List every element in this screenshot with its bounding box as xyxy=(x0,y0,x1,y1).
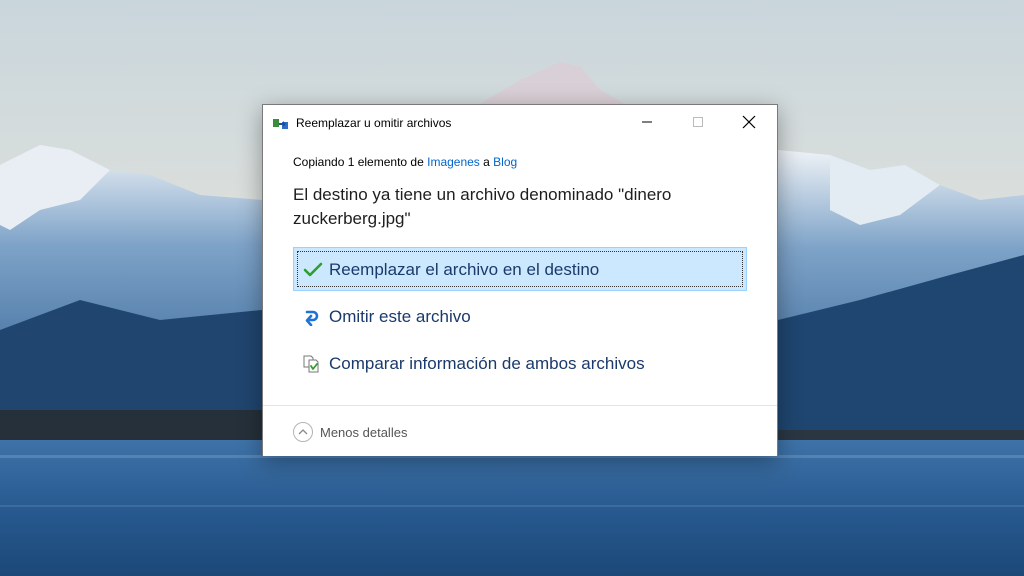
close-button[interactable] xyxy=(726,105,772,139)
skip-arrow-icon xyxy=(305,310,319,326)
chevron-up-icon xyxy=(293,422,313,442)
checkmark-icon xyxy=(303,262,323,277)
conflict-heading: El destino ya tiene un archivo denominad… xyxy=(293,185,672,228)
skip-file-option[interactable]: Omitir este archivo xyxy=(293,295,747,339)
minimize-button[interactable] xyxy=(624,105,670,139)
fewer-details-button[interactable]: Menos detalles xyxy=(293,420,407,444)
file-transfer-icon xyxy=(273,119,288,129)
maximize-button[interactable] xyxy=(675,105,721,139)
dialog-footer: Menos detalles xyxy=(263,405,777,456)
copy-middle: a xyxy=(479,155,494,169)
window-title: Reemplazar u omitir archivos xyxy=(296,116,452,130)
minimize-icon xyxy=(642,121,652,123)
destination-folder-link[interactable]: Blog xyxy=(493,155,517,169)
close-icon xyxy=(742,115,756,129)
title-bar[interactable]: Reemplazar u omitir archivos xyxy=(263,105,777,141)
replace-or-skip-dialog: Reemplazar u omitir archivos Copiando 1 … xyxy=(262,104,778,456)
replace-file-label: Reemplazar el archivo en el destino xyxy=(329,260,600,279)
compare-files-icon xyxy=(303,355,319,373)
compare-files-option[interactable]: Comparar información de ambos archivos xyxy=(293,342,747,386)
source-folder-link[interactable]: Imagenes xyxy=(427,155,480,169)
skip-file-label: Omitir este archivo xyxy=(329,307,471,326)
compare-files-label: Comparar información de ambos archivos xyxy=(329,354,645,373)
fewer-details-label: Menos detalles xyxy=(320,424,408,440)
maximize-icon xyxy=(693,117,703,127)
copy-prefix: Copiando 1 elemento de xyxy=(293,155,428,169)
replace-file-option[interactable]: Reemplazar el archivo en el destino xyxy=(293,247,747,291)
copy-progress-text: Copiando 1 elemento de Imagenes a Blog xyxy=(293,155,517,169)
